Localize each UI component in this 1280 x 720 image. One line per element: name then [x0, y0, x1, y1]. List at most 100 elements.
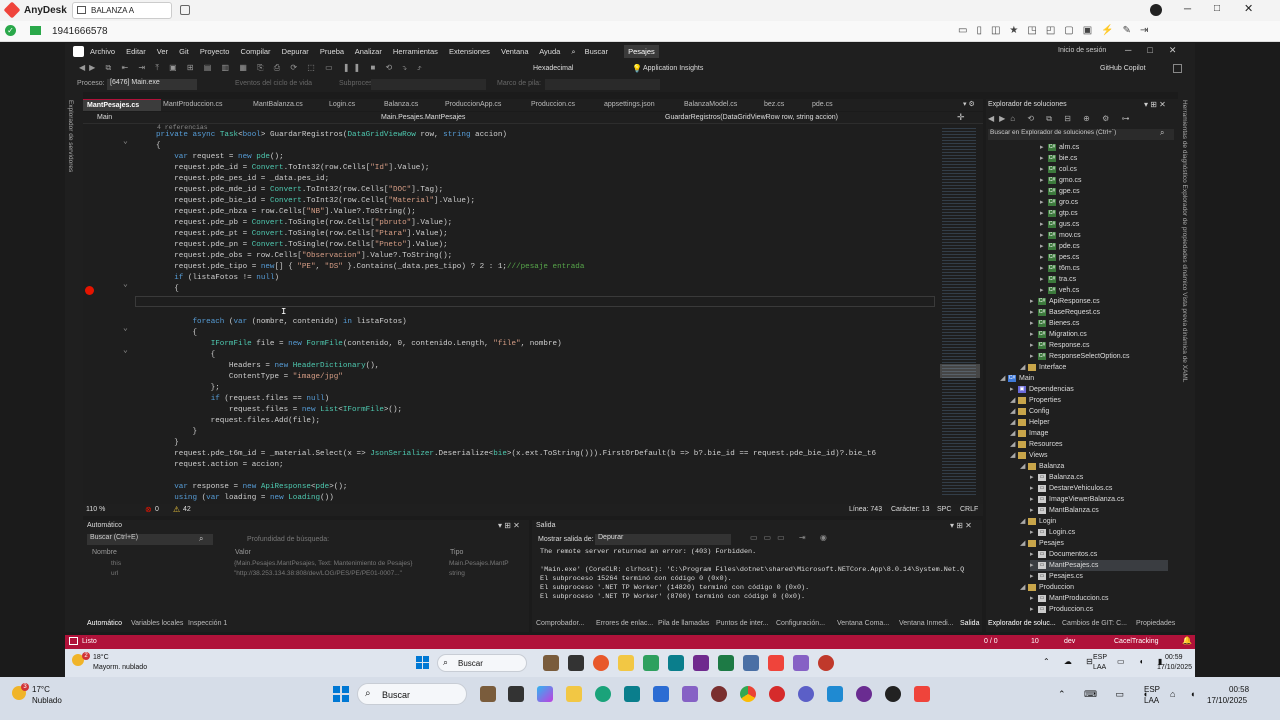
- nav-class[interactable]: Main.Pesajes.MantPesajes: [381, 114, 465, 121]
- tab-produccion[interactable]: Produccion.cs: [531, 99, 575, 111]
- output-text[interactable]: The remote server returned an error: (40…: [540, 548, 970, 608]
- app-icon[interactable]: [593, 655, 609, 671]
- start-icon[interactable]: [333, 686, 349, 702]
- expander-icon[interactable]: ◢: [1020, 582, 1028, 593]
- app-icon[interactable]: [643, 655, 659, 671]
- tree-item[interactable]: ▸ C# gro.cs: [1040, 197, 1078, 208]
- vscode-icon[interactable]: [827, 686, 843, 702]
- tree-item[interactable]: ▸ C# gtp.cs: [1040, 208, 1078, 219]
- solution-tree[interactable]: ▸ C# alm.cs ▸ C# bie.cs ▸ C# col.cs ▸ C# gmo.cs ▸ C# g…: [986, 142, 1168, 620]
- menu-prueba[interactable]: Prueba: [320, 47, 344, 56]
- weather-desc[interactable]: Nublado: [32, 696, 62, 705]
- tree-item[interactable]: ▸ ▭ DestareVehiculos.cs: [1030, 483, 1112, 494]
- code-line[interactable]: private async Task<bool> GuardarRegistro…: [156, 130, 507, 141]
- menu-compilar[interactable]: Compilar: [241, 47, 271, 56]
- output-toolbar[interactable]: ▭▭▭ ⇥ ◉: [750, 533, 833, 542]
- anydesk-icon[interactable]: [768, 655, 784, 671]
- tree-item[interactable]: ▸ C# pde.cs: [1040, 241, 1080, 252]
- tree-item[interactable]: ◢ Interface: [1020, 362, 1066, 373]
- code-editor[interactable]: 4 referencias Ι ⌄⌄⌄⌄⌄ private async Task…: [83, 124, 983, 509]
- tab-balanzamodel[interactable]: BalanzaModel.cs: [684, 99, 737, 111]
- diagnostics-strip[interactable]: Herramientas de diagnóstico Explorador d…: [1178, 92, 1195, 632]
- menu-pesajes[interactable]: Pesajes: [624, 45, 659, 58]
- app-icon[interactable]: [856, 686, 872, 702]
- tree-item[interactable]: ▸ C# col.cs: [1040, 164, 1077, 175]
- code-line[interactable]: if (request.files == null): [156, 394, 330, 405]
- breakpoint-icon[interactable]: [85, 286, 94, 295]
- vs-icon[interactable]: [793, 655, 809, 671]
- address-field[interactable]: 1941666578: [52, 26, 108, 37]
- tab-mantproduccion[interactable]: MantProduccion.cs: [163, 99, 223, 111]
- chrome-icon[interactable]: [740, 686, 756, 702]
- expander-icon[interactable]: ▸: [1030, 472, 1038, 483]
- code-line[interactable]: request.files.Add(file);: [156, 416, 320, 427]
- tree-item[interactable]: ▸ C# alm.cs: [1040, 142, 1079, 153]
- tab-autos[interactable]: Automático: [87, 620, 122, 627]
- expander-icon[interactable]: ▸: [1040, 175, 1048, 186]
- autos-controls[interactable]: ▾ ⊞ ✕: [498, 521, 520, 530]
- tree-item[interactable]: ▸ C# mov.cs: [1040, 230, 1081, 241]
- tree-item[interactable]: ◢ Produccion: [1020, 582, 1074, 593]
- expander-icon[interactable]: ▸: [1030, 527, 1038, 538]
- tab-login[interactable]: Login.cs: [329, 99, 355, 111]
- clock-date[interactable]: 17/10/2025: [1157, 664, 1192, 671]
- clock-time[interactable]: 00:59: [1165, 654, 1183, 661]
- code-line[interactable]: {: [156, 350, 216, 361]
- code-line[interactable]: request.pde_pb = Convert.ToSingle(row.Ce…: [156, 218, 452, 229]
- vs-icon[interactable]: [682, 686, 698, 702]
- code-line[interactable]: }: [156, 427, 197, 438]
- app-icon[interactable]: [693, 655, 709, 671]
- copilot-button[interactable]: GitHub Copilot: [1100, 65, 1146, 72]
- code-line[interactable]: request.pde_pes_id = _data.pes_id;: [156, 174, 329, 185]
- tree-item[interactable]: ◢ Views: [1010, 450, 1048, 461]
- crlf-info[interactable]: CRLF: [960, 506, 978, 513]
- code-line[interactable]: request.pde_t6m_id = _material.Select(x …: [156, 449, 876, 460]
- tab-breakpoints[interactable]: Puntos de inter...: [716, 620, 769, 627]
- menu-icon[interactable]: [1150, 4, 1162, 16]
- menu-ventana[interactable]: Ventana: [501, 47, 529, 56]
- config-dropdown[interactable]: Hexadecimal: [533, 65, 573, 72]
- stack-select[interactable]: [545, 79, 660, 90]
- expander-icon[interactable]: ▸: [1040, 230, 1048, 241]
- tray-icons[interactable]: ⌃ ⌨ ▭ ◖: [1058, 689, 1156, 700]
- expander-icon[interactable]: ◢: [1020, 362, 1028, 373]
- anydesk-icon[interactable]: [914, 686, 930, 702]
- menu-proyecto[interactable]: Proyecto: [200, 47, 230, 56]
- clock-time[interactable]: 00:58: [1229, 685, 1249, 694]
- tree-item[interactable]: ▸ C# Migration.cs: [1030, 329, 1087, 340]
- code-line[interactable]: var request = new pde();: [156, 152, 283, 163]
- excel-icon[interactable]: [718, 655, 734, 671]
- expander-icon[interactable]: ▸: [1030, 329, 1038, 340]
- expander-icon[interactable]: ▸: [1030, 307, 1038, 318]
- code-line[interactable]: request.pde_pt = Convert.ToSingle(row.Ce…: [156, 229, 447, 240]
- tab-call-stack[interactable]: Pila de llamadas: [658, 620, 709, 627]
- weather-temp[interactable]: 17°C: [32, 685, 50, 694]
- code-line[interactable]: };: [156, 383, 220, 394]
- tree-item[interactable]: ▸ ▭ Pesajes.cs: [1030, 571, 1083, 582]
- expander-icon[interactable]: ◢: [1020, 461, 1028, 472]
- expander-icon[interactable]: ◢: [1020, 538, 1028, 549]
- expander-icon[interactable]: ▸: [1040, 186, 1048, 197]
- expander-icon[interactable]: ▸: [1030, 571, 1038, 582]
- app-icon[interactable]: [543, 655, 559, 671]
- code-line[interactable]: request.pde_mde_id = Convert.ToInt32(row…: [156, 185, 443, 196]
- expander-icon[interactable]: ▸: [1040, 153, 1048, 164]
- expander-icon[interactable]: ▸: [1030, 494, 1038, 505]
- tree-item[interactable]: ◢ Pesajes: [1020, 538, 1064, 549]
- tab-mantpesajes[interactable]: MantPesajes.cs: [83, 99, 161, 111]
- expander-icon[interactable]: ◢: [1010, 428, 1018, 439]
- process-select[interactable]: [6476] Main.exe: [107, 79, 197, 90]
- maximize-icon[interactable]: □: [1214, 3, 1220, 14]
- expander-icon[interactable]: ▸: [1030, 340, 1038, 351]
- session-tab[interactable]: BALANZA A: [72, 2, 172, 19]
- expander-icon[interactable]: ◢: [1010, 450, 1018, 461]
- warning-count[interactable]: 42: [183, 506, 191, 513]
- tree-item[interactable]: ▸ C# t6m.cs: [1040, 263, 1080, 274]
- tree-item[interactable]: ◢ C# Main: [1000, 373, 1034, 384]
- taskbar-search[interactable]: ⌕ Buscar: [357, 683, 467, 705]
- tree-item[interactable]: ▸ ▭ MantPesajes.cs: [1030, 560, 1168, 571]
- expander-icon[interactable]: ▸: [1040, 164, 1048, 175]
- weather-temp[interactable]: 18°C: [93, 654, 109, 661]
- lang-indicator[interactable]: ESP: [1144, 685, 1160, 694]
- tab-output[interactable]: Salida: [960, 620, 979, 627]
